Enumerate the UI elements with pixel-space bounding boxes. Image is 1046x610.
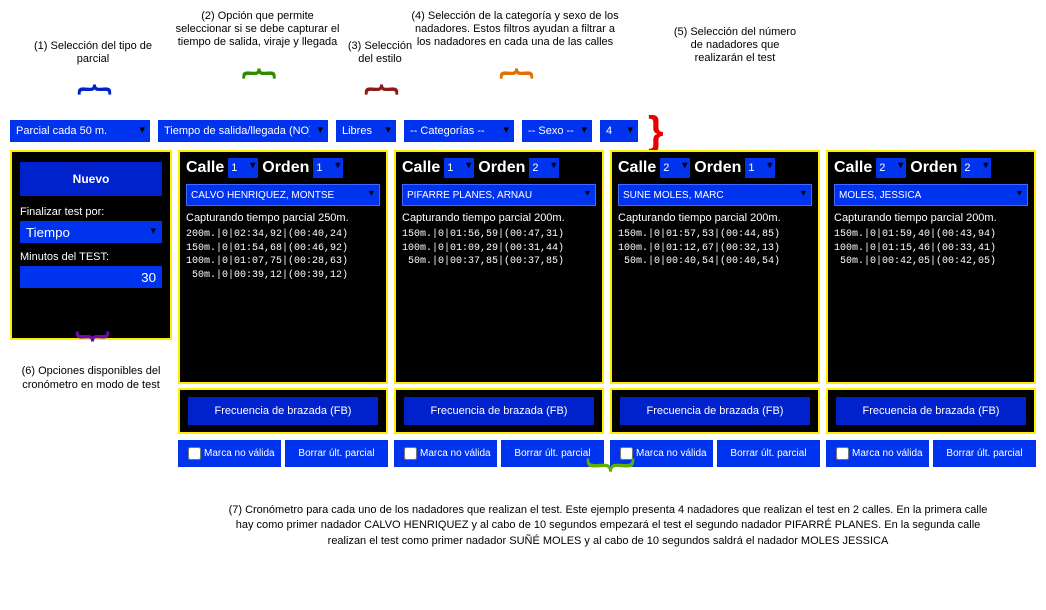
select-orden[interactable]: 1 <box>313 158 343 178</box>
calle-label: Calle <box>402 159 440 177</box>
lane-2: Calle 1 Orden 2 PIFARRÉ PLANES, ARNAU Ca… <box>394 150 604 467</box>
marca-no-valida-checkbox[interactable] <box>188 447 201 460</box>
brace-1: ︷ <box>28 70 158 90</box>
select-calle[interactable]: 2 <box>876 158 906 178</box>
calle-label: Calle <box>834 159 872 177</box>
annotation-6-text: (6) Opciones disponibles del cronómetro … <box>10 364 172 393</box>
orden-label: Orden <box>262 159 309 177</box>
select-categoria[interactable]: -- Categorías -- <box>404 120 514 142</box>
select-calle[interactable]: 1 <box>228 158 258 178</box>
marca-no-valida-box[interactable]: Marca no válida <box>826 440 929 467</box>
fb-button[interactable]: Frecuencia de brazada (FB) <box>836 397 1026 425</box>
select-swimmer[interactable]: CALVO HENRIQUEZ, MONTSE <box>186 184 380 206</box>
select-orden[interactable]: 2 <box>961 158 991 178</box>
annotation-4-text: (4) Selección de la categoría y sexo de … <box>410 10 620 50</box>
select-swimmer[interactable]: MOLES, JESSICA <box>834 184 1028 206</box>
borrar-button[interactable]: Borrar últ. parcial <box>933 440 1036 467</box>
select-finalizar-por[interactable]: Tiempo <box>20 221 162 243</box>
select-orden[interactable]: 2 <box>529 158 559 178</box>
marca-no-valida-checkbox[interactable] <box>404 447 417 460</box>
annotation-2-text: (2) Opción que permite seleccionar si se… <box>175 10 340 50</box>
calle-label: Calle <box>618 159 656 177</box>
select-estilo[interactable]: Libres <box>336 120 396 142</box>
minutos-input[interactable] <box>20 266 162 288</box>
lane-3: Calle 2 Orden 1 SUÑÉ MOLES, MARC Captura… <box>610 150 820 467</box>
capture-title: Capturando tiempo parcial 250m. <box>186 212 380 224</box>
select-salida-llegada[interactable]: Tiempo de salida/llegada (NO) <box>158 120 328 142</box>
marca-no-valida-box[interactable]: Marca no válida <box>178 440 281 467</box>
annotation-7-text: (7) Cronómetro para cada uno de los nada… <box>180 503 1036 549</box>
select-calle[interactable]: 1 <box>444 158 474 178</box>
borrar-button[interactable]: Borrar últ. parcial <box>285 440 388 467</box>
splits-text: 150m.|0|01:56,59|(00:47,31) 100m.|0|01:0… <box>402 228 596 269</box>
splits-text: 150m.|0|01:57,53|(00:44,85) 100m.|0|01:1… <box>618 228 812 269</box>
brace-5: } <box>648 120 664 142</box>
left-panel: Nuevo Finalizar test por: Tiempo Minutos… <box>10 150 172 340</box>
finalizar-por-label: Finalizar test por: <box>20 206 162 218</box>
capture-title: Capturando tiempo parcial 200m. <box>618 212 812 224</box>
select-swimmer[interactable]: PIFARRÉ PLANES, ARNAU <box>402 184 596 206</box>
orden-label: Orden <box>910 159 957 177</box>
marca-no-valida-box[interactable]: Marca no válida <box>394 440 497 467</box>
brace-6: ︸ <box>10 340 172 360</box>
fb-button[interactable]: Frecuencia de brazada (FB) <box>620 397 810 425</box>
top-annotations: (1) Selección del tipo de parcial ︷ (2) … <box>10 10 1036 120</box>
fb-button[interactable]: Frecuencia de brazada (FB) <box>404 397 594 425</box>
orden-label: Orden <box>694 159 741 177</box>
lane-4: Calle 2 Orden 2 MOLES, JESSICA Capturand… <box>826 150 1036 467</box>
marca-no-valida-checkbox[interactable] <box>836 447 849 460</box>
select-orden[interactable]: 1 <box>745 158 775 178</box>
orden-label: Orden <box>478 159 525 177</box>
brace-2: ︷ <box>175 54 340 74</box>
calle-label: Calle <box>186 159 224 177</box>
lanes-container: Calle 1 Orden 1 CALVO HENRIQUEZ, MONTSE … <box>178 150 1036 467</box>
annotation-5-text: (5) Selección del número de nadadores qu… <box>670 26 800 66</box>
lane-1: Calle 1 Orden 1 CALVO HENRIQUEZ, MONTSE … <box>178 150 388 467</box>
splits-text: 150m.|0|01:59,40|(00:43,94) 100m.|0|01:1… <box>834 228 1028 269</box>
capture-title: Capturando tiempo parcial 200m. <box>834 212 1028 224</box>
select-swimmer[interactable]: SUÑÉ MOLES, MARC <box>618 184 812 206</box>
brace-4: ︷ <box>410 54 620 74</box>
splits-text: 200m.|0|02:34,92|(00:40,24) 150m.|0|01:5… <box>186 228 380 282</box>
filters-row: Parcial cada 50 m. Tiempo de salida/lleg… <box>10 120 1036 142</box>
fb-button[interactable]: Frecuencia de brazada (FB) <box>188 397 378 425</box>
select-parcial[interactable]: Parcial cada 50 m. <box>10 120 150 142</box>
capture-title: Capturando tiempo parcial 200m. <box>402 212 596 224</box>
brace-7: ︸ <box>180 469 1036 499</box>
select-sexo[interactable]: -- Sexo -- <box>522 120 592 142</box>
select-num-nadadores[interactable]: 4 <box>600 120 638 142</box>
brace-3: ︷ <box>345 70 415 90</box>
borrar-button[interactable]: Borrar últ. parcial <box>717 440 820 467</box>
select-calle[interactable]: 2 <box>660 158 690 178</box>
nuevo-button[interactable]: Nuevo <box>20 162 162 196</box>
minutos-label: Minutos del TEST: <box>20 251 162 263</box>
